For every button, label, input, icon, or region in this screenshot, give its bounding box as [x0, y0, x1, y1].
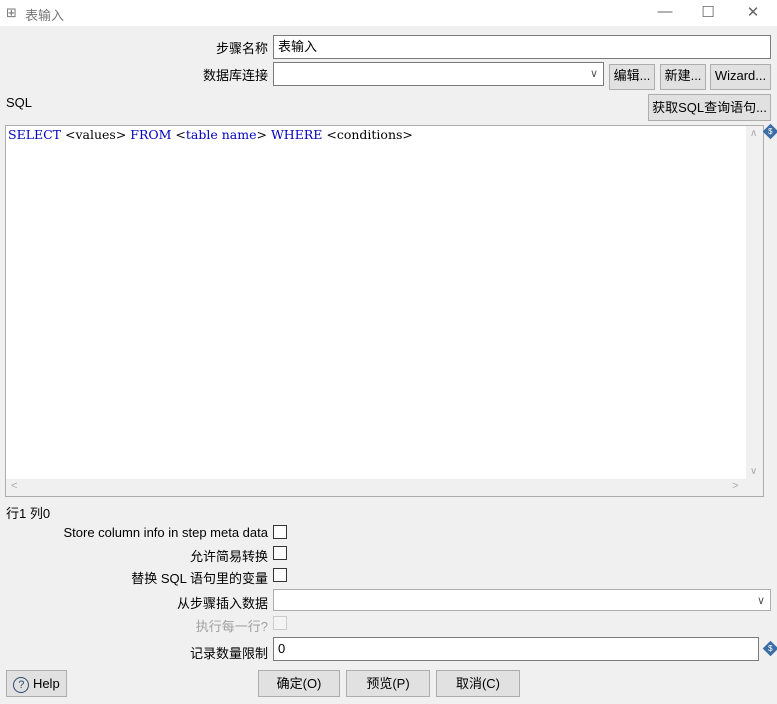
replace-vars-label: 替换 SQL 语句里的变量 [131, 571, 268, 586]
chevron-down-icon: ∨ [756, 595, 765, 607]
new-connection-button[interactable]: 新建... [660, 64, 706, 90]
sql-keyword: table name [185, 127, 257, 142]
limit-input[interactable]: 0 [273, 637, 759, 661]
help-button[interactable]: ? Help [6, 670, 67, 697]
horizontal-scrollbar[interactable]: < > [6, 479, 763, 496]
wizard-button[interactable]: Wizard... [710, 64, 771, 90]
help-icon: ? [13, 676, 30, 693]
lazy-conversion-label: 允许简易转换 [189, 549, 268, 564]
chevron-down-icon: ∨ [589, 68, 598, 80]
maximize-button[interactable]: ☐ [698, 3, 718, 21]
execute-each-row-label: 执行每一行? [195, 619, 268, 634]
db-connection-select[interactable]: ∨ [273, 62, 604, 86]
sql-keyword: WHERE [270, 127, 323, 142]
ok-button[interactable]: 确定(O) [258, 670, 340, 697]
edit-connection-button[interactable]: 编辑... [609, 64, 655, 90]
insert-from-step-select[interactable]: ∨ [273, 589, 771, 611]
sql-keyword: SELECT [8, 127, 62, 142]
step-name-input[interactable]: 表输入 [273, 35, 771, 59]
sql-label: SQL [6, 95, 33, 110]
window-title: 表输入 [25, 8, 65, 23]
vertical-scrollbar[interactable]: ∧ ∨ [746, 126, 763, 479]
sql-text: SELECT <values> FROM <table name> WHERE … [8, 127, 413, 142]
get-sql-button[interactable]: 获取SQL查询语句... [648, 94, 771, 121]
close-button[interactable]: ✕ [743, 3, 763, 21]
execute-each-row-checkbox[interactable] [273, 616, 287, 630]
variable-icon: $ [762, 640, 777, 657]
scroll-down-icon[interactable]: ∨ [750, 466, 757, 477]
db-connection-label: 数据库连接 [202, 68, 268, 83]
limit-label: 记录数量限制 [189, 646, 268, 661]
store-column-label: Store column info in step meta data [63, 525, 268, 540]
variable-icon: $ [762, 123, 777, 140]
insert-from-step-label: 从步骤插入数据 [176, 596, 268, 611]
title-bar: ⊞ 表输入 — ☐ ✕ [0, 0, 777, 26]
sql-text-part: <conditions> [322, 127, 413, 142]
replace-vars-checkbox[interactable] [273, 568, 287, 582]
app-icon: ⊞ [6, 5, 17, 20]
help-label: Help [32, 676, 60, 691]
lazy-conversion-checkbox[interactable] [273, 546, 287, 560]
scroll-left-icon[interactable]: < [11, 480, 17, 492]
store-column-checkbox[interactable] [273, 525, 287, 539]
sql-text-part: <values> [61, 127, 131, 142]
cursor-position: 行1 列0 [6, 506, 51, 521]
step-name-label: 步骤名称 [215, 41, 268, 56]
sql-editor[interactable]: SELECT <values> FROM <table name> WHERE … [5, 125, 764, 497]
cancel-button[interactable]: 取消(C) [436, 670, 520, 697]
preview-button[interactable]: 预览(P) [346, 670, 430, 697]
minimize-button[interactable]: — [655, 3, 675, 20]
scroll-right-icon[interactable]: > [732, 480, 738, 492]
sql-text-part: < [171, 127, 186, 142]
sql-text-part: > [256, 127, 271, 142]
sql-keyword: FROM [130, 127, 172, 142]
scroll-up-icon[interactable]: ∧ [750, 128, 757, 139]
